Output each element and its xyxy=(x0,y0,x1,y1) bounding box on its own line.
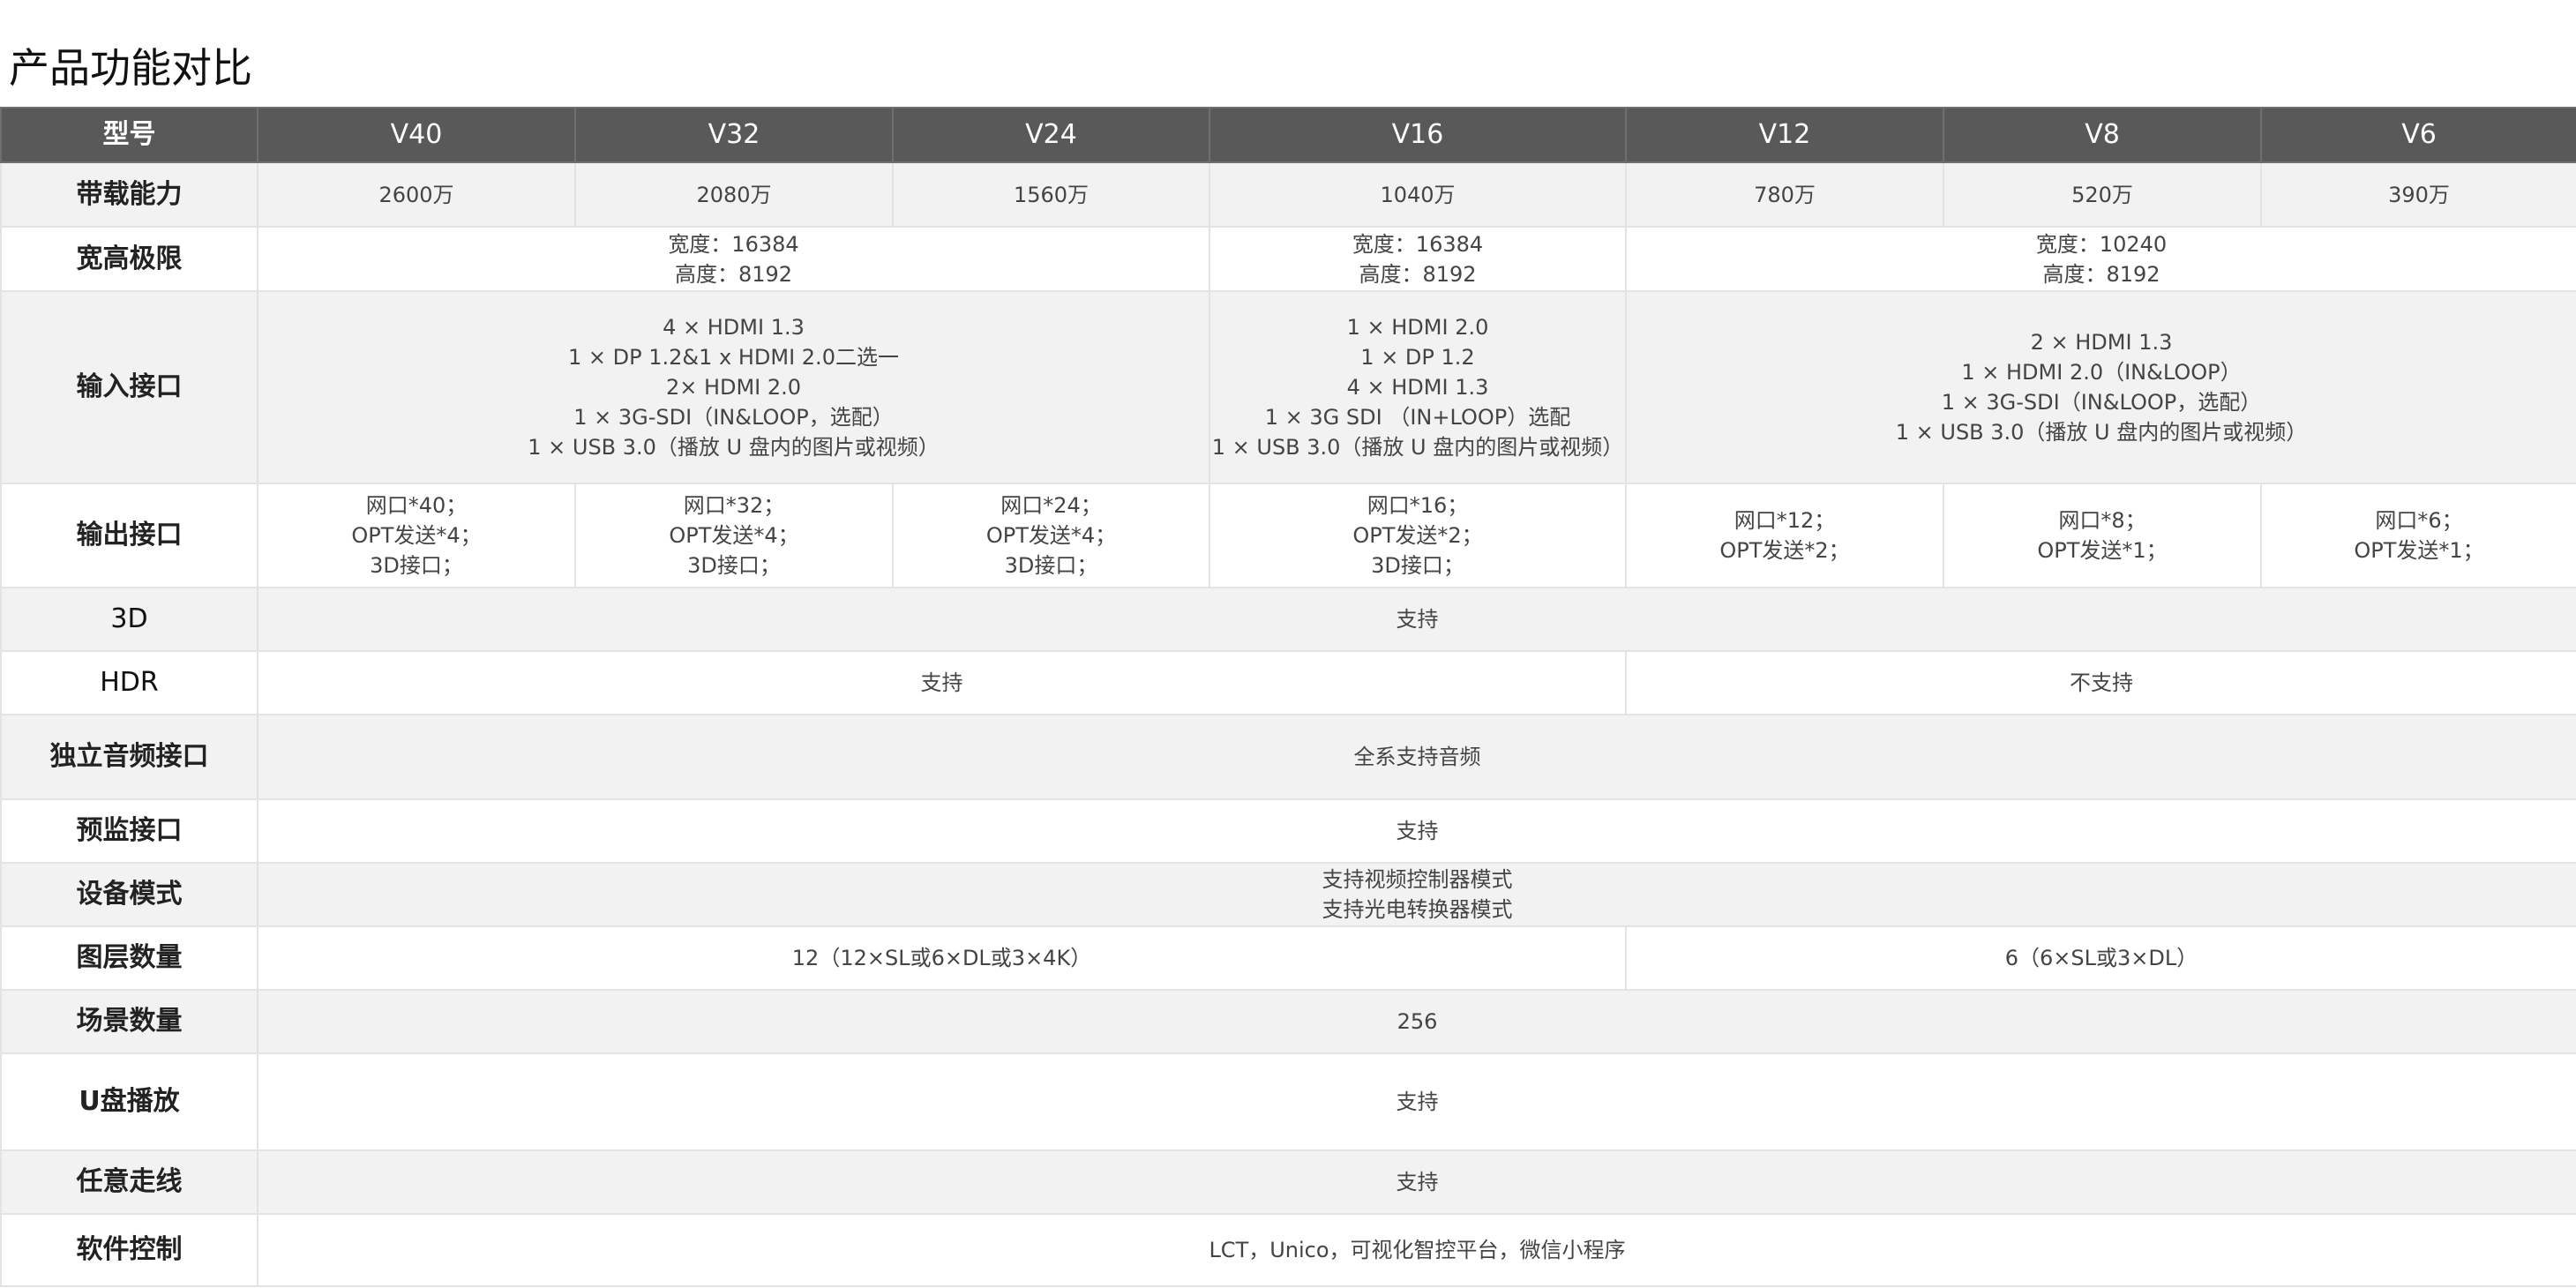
header-model-v16: V16 xyxy=(1209,107,1627,163)
cell-capacity-v40: 2600万 xyxy=(257,161,576,228)
header-model-v12: V12 xyxy=(1625,107,1944,163)
row-label-input: 输入接口 xyxy=(0,290,258,484)
row-capacity: 带载能力 2600万 2080万 1560万 1040万 780万 520万 3… xyxy=(0,161,2576,228)
row-routing: 任意走线 支持 xyxy=(0,1149,2576,1215)
cell-resolution-v16: 宽度：16384 高度：8192 xyxy=(1209,226,1627,292)
cell-output-v24: 网口*24； OPT发送*4； 3D接口； xyxy=(892,483,1210,588)
row-label-usb-playback: U盘播放 xyxy=(0,1052,258,1151)
row-resolution: 宽高极限 宽度：16384 高度：8192 宽度：16384 高度：8192 宽… xyxy=(0,226,2576,292)
row-label-resolution: 宽高极限 xyxy=(0,226,258,292)
row-label-preview: 预监接口 xyxy=(0,798,258,864)
cell-hdr-v40-v16: 支持 xyxy=(257,650,1627,715)
cell-input-v16: 1 × HDMI 2.0 1 × DP 1.2 4 × HDMI 1.3 1 ×… xyxy=(1209,290,1627,484)
cell-output-v8: 网口*8； OPT发送*1； xyxy=(1943,483,2262,588)
row-scenes: 场景数量 256 xyxy=(0,989,2576,1054)
cell-capacity-v16: 1040万 xyxy=(1209,161,1627,228)
row-label-capacity: 带载能力 xyxy=(0,161,258,228)
row-output: 输出接口 网口*40； OPT发送*4； 3D接口； 网口*32； OPT发送*… xyxy=(0,483,2576,588)
row-label-layers: 图层数量 xyxy=(0,925,258,991)
cell-usb-playback-all: 支持 xyxy=(257,1052,2576,1151)
cell-capacity-v32: 2080万 xyxy=(574,161,894,228)
cell-capacity-v24: 1560万 xyxy=(892,161,1210,228)
row-software: 软件控制 LCT，Unico，可视化智控平台，微信小程序 xyxy=(0,1213,2576,1287)
cell-capacity-v12: 780万 xyxy=(1625,161,1944,228)
product-comparison-table: 型号 V40 V32 V24 V16 V12 V8 V6 带载能力 2600万 … xyxy=(0,107,2576,1287)
cell-capacity-v6: 390万 xyxy=(2260,161,2576,228)
cell-input-v12-v6: 2 × HDMI 1.3 1 × HDMI 2.0（IN&LOOP） 1 × 3… xyxy=(1625,290,2576,484)
cell-layers-v40-v16: 12（12×SL或6×DL或3×4K） xyxy=(257,925,1627,991)
cell-output-v12: 网口*12； OPT发送*2； xyxy=(1625,483,1944,588)
cell-output-v40: 网口*40； OPT发送*4； 3D接口； xyxy=(257,483,576,588)
cell-software-all: LCT，Unico，可视化智控平台，微信小程序 xyxy=(257,1213,2576,1287)
cell-input-v40-v24: 4 × HDMI 1.3 1 × DP 1.2&1 x HDMI 2.0二选一 … xyxy=(257,290,1210,484)
cell-routing-all: 支持 xyxy=(257,1149,2576,1215)
cell-hdr-v12-v6: 不支持 xyxy=(1625,650,2576,715)
cell-preview-all: 支持 xyxy=(257,798,2576,864)
row-hdr: HDR 支持 不支持 xyxy=(0,650,2576,715)
cell-layers-v12-v6: 6（6×SL或3×DL） xyxy=(1625,925,2576,991)
cell-resolution-v12-v6: 宽度：10240 高度：8192 xyxy=(1625,226,2576,292)
cell-scenes-all: 256 xyxy=(257,989,2576,1054)
row-label-routing: 任意走线 xyxy=(0,1149,258,1215)
row-label-3d: 3D xyxy=(0,587,258,652)
cell-output-v16: 网口*16； OPT发送*2； 3D接口； xyxy=(1209,483,1627,588)
header-model-v8: V8 xyxy=(1943,107,2262,163)
row-preview: 预监接口 支持 xyxy=(0,798,2576,864)
cell-resolution-v40-v24: 宽度：16384 高度：8192 xyxy=(257,226,1210,292)
row-layers: 图层数量 12（12×SL或6×DL或3×4K） 6（6×SL或3×DL） xyxy=(0,925,2576,991)
header-model-v40: V40 xyxy=(257,107,576,163)
header-model-v24: V24 xyxy=(892,107,1210,163)
row-3d: 3D 支持 xyxy=(0,587,2576,652)
header-model-v32: V32 xyxy=(574,107,894,163)
cell-output-v32: 网口*32； OPT发送*4； 3D接口； xyxy=(574,483,894,588)
cell-output-v6: 网口*6； OPT发送*1； xyxy=(2260,483,2576,588)
row-label-scenes: 场景数量 xyxy=(0,989,258,1054)
row-label-hdr: HDR xyxy=(0,650,258,715)
row-label-output: 输出接口 xyxy=(0,483,258,588)
row-input: 输入接口 4 × HDMI 1.3 1 × DP 1.2&1 x HDMI 2.… xyxy=(0,290,2576,484)
cell-capacity-v8: 520万 xyxy=(1943,161,2262,228)
row-label-audio: 独立音频接口 xyxy=(0,714,258,800)
header-model-v6: V6 xyxy=(2260,107,2576,163)
cell-audio-all: 全系支持音频 xyxy=(257,714,2576,800)
row-audio: 独立音频接口 全系支持音频 xyxy=(0,714,2576,800)
header-row: 型号 V40 V32 V24 V16 V12 V8 V6 xyxy=(0,107,2576,163)
cell-device-mode-all: 支持视频控制器模式 支持光电转换器模式 xyxy=(257,862,2576,927)
row-label-device-mode: 设备模式 xyxy=(0,862,258,927)
header-model-label: 型号 xyxy=(0,107,258,163)
row-device-mode: 设备模式 支持视频控制器模式 支持光电转换器模式 xyxy=(0,862,2576,927)
row-label-software: 软件控制 xyxy=(0,1213,258,1287)
page-title: 产品功能对比 xyxy=(9,44,252,92)
cell-3d-all: 支持 xyxy=(257,587,2576,652)
row-usb-playback: U盘播放 支持 xyxy=(0,1052,2576,1151)
